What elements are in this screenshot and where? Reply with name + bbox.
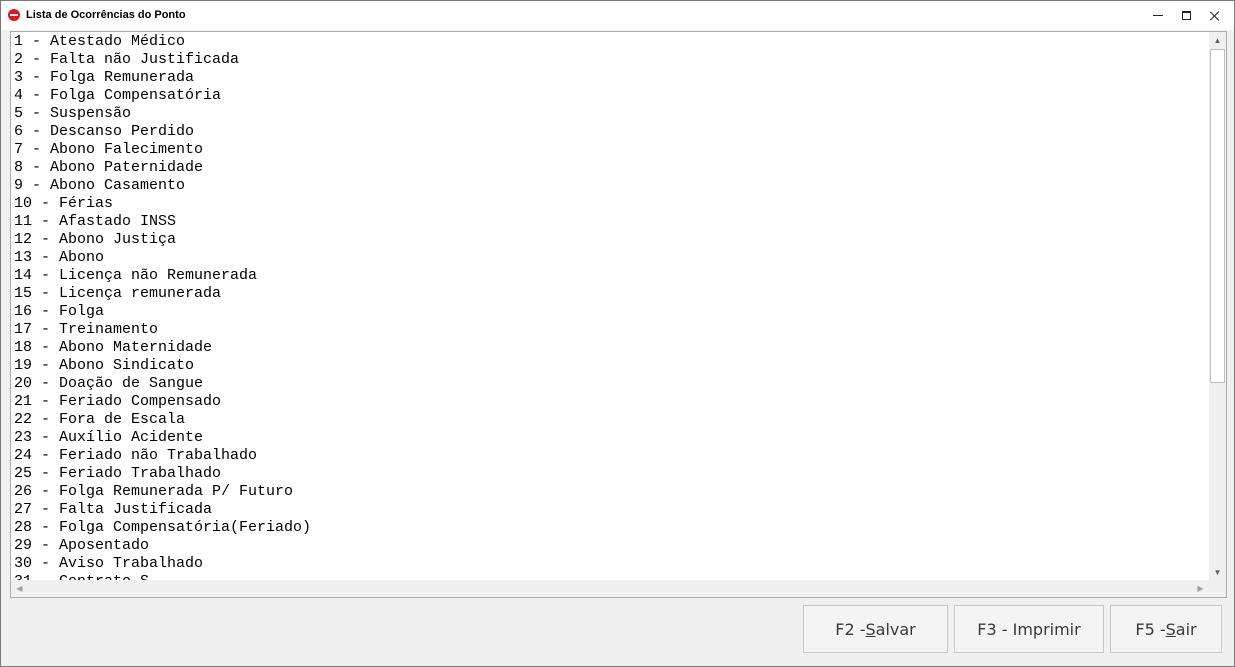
memo-line: 1 - Atestado Médico [14, 33, 186, 50]
memo-line: 9 - Abono Casamento [14, 177, 186, 194]
save-button-rest: alvar [875, 619, 916, 639]
scroll-down-arrow-icon[interactable]: ▼ [1209, 564, 1226, 581]
memo-line: 20 - Doação de Sangue [14, 375, 204, 392]
memo-line: 14 - Licença não Remunerada [14, 267, 258, 284]
memo-line: 7 - Abono Falecimento [14, 141, 204, 158]
memo-line: 27 - Falta Justificada [14, 501, 213, 518]
memo-line: 10 - Férias [14, 195, 114, 212]
memo-line: 22 - Fora de Escala [14, 411, 186, 428]
memo-line: 3 - Folga Remunerada [14, 69, 195, 86]
exit-button-mnemonic: S [1165, 619, 1176, 639]
print-button-label: F3 - Imprimir [977, 619, 1081, 639]
memo-line: 16 - Folga [14, 303, 105, 320]
exit-button-prefix: F5 - [1135, 619, 1166, 639]
app-window: Lista de Ocorrências do Ponto 1 - Atesta… [0, 0, 1235, 667]
window-title: Lista de Ocorrências do Ponto [26, 9, 186, 21]
memo-line: 25 - Feriado Trabalhado [14, 465, 222, 482]
memo-line: 6 - Descanso Perdido [14, 123, 195, 140]
title-bar[interactable]: Lista de Ocorrências do Ponto [1, 1, 1234, 30]
memo-line: 8 - Abono Paternidade [14, 159, 204, 176]
memo-line: 18 - Abono Maternidade [14, 339, 213, 356]
stop-icon [8, 9, 20, 21]
vertical-scroll-thumb[interactable] [1210, 49, 1225, 383]
memo-line: 11 - Afastado INSS [14, 213, 177, 230]
memo-line: 15 - Licença remunerada [14, 285, 222, 302]
scroll-up-arrow-icon[interactable]: ▲ [1209, 32, 1226, 49]
horizontal-scrollbar[interactable]: ◀ ▶ [11, 580, 1209, 597]
maximize-button[interactable] [1171, 1, 1201, 30]
memo-line: 23 - Auxílio Acidente [14, 429, 204, 446]
close-icon [1210, 11, 1220, 21]
memo-line: 24 - Feriado não Trabalhado [14, 447, 258, 464]
exit-button[interactable]: F5 - Sair [1110, 605, 1222, 653]
memo-line: 28 - Folga Compensatória(Feriado) [14, 519, 312, 536]
memo-line: 19 - Abono Sindicato [14, 357, 195, 374]
memo-text-area[interactable]: 1 - Atestado Médico 2 - Falta não Justifi… [11, 32, 1209, 581]
print-button[interactable]: F3 - Imprimir [954, 605, 1104, 653]
memo-line: 21 - Feriado Compensado [14, 393, 222, 410]
memo-line: 12 - Abono Justiça [14, 231, 177, 248]
save-button[interactable]: F2 - Salvar [803, 605, 948, 653]
vertical-scrollbar[interactable]: ▲ ▼ [1209, 32, 1226, 581]
exit-button-rest: air [1175, 619, 1197, 639]
memo-line: 2 - Falta não Justificada [14, 51, 240, 68]
memo-line: 5 - Suspensão [14, 105, 132, 122]
memo-line: 26 - Folga Remunerada P/ Futuro [14, 483, 294, 500]
memo-line: 29 - Aposentado [14, 537, 150, 554]
maximize-icon [1181, 11, 1191, 20]
occurrences-memo[interactable]: 1 - Atestado Médico 2 - Falta não Justifi… [10, 31, 1227, 598]
minimize-button[interactable] [1143, 1, 1173, 30]
save-button-mnemonic: S [865, 619, 876, 639]
save-button-prefix: F2 - [835, 619, 866, 639]
scroll-right-arrow-icon[interactable]: ▶ [1192, 580, 1209, 597]
scroll-left-arrow-icon[interactable]: ◀ [11, 580, 28, 597]
scrollbar-corner [1209, 580, 1226, 597]
minimize-icon [1153, 15, 1163, 16]
memo-line: 17 - Treinamento [14, 321, 159, 338]
close-button[interactable] [1200, 1, 1230, 30]
memo-line: 13 - Abono [14, 249, 105, 266]
memo-line: 30 - Aviso Trabalhado [14, 555, 204, 572]
memo-line: 4 - Folga Compensatória [14, 87, 222, 104]
